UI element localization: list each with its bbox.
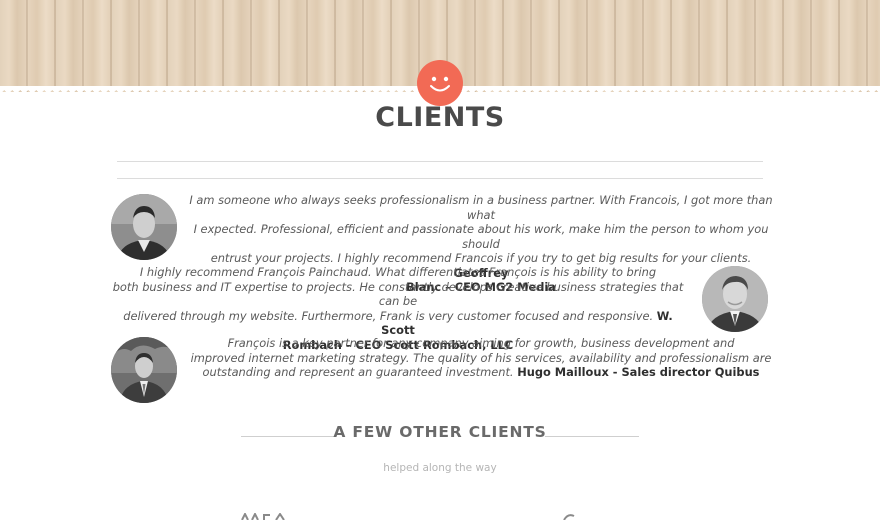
divider-bottom (117, 178, 763, 179)
avatar-w-scott-rombach (702, 266, 768, 332)
avatar-geoffrey-blanc (111, 194, 177, 260)
testimonial-line: outstanding and represent an guaranteed … (188, 365, 774, 380)
avatar-hugo-mailloux (111, 337, 177, 403)
section-title: A FEW OTHER CLIENTS (333, 423, 547, 441)
testimonial-author: Hugo Mailloux - Sales director Quibus (517, 365, 760, 379)
testimonial-line: I expected. Professional, efficient and … (193, 222, 769, 251)
testimonial-line: both business and IT expertise to projec… (112, 279, 684, 309)
divider-top (117, 161, 763, 162)
testimonial-line: François is a key partner for any compan… (227, 336, 735, 350)
testimonial-line: delivered through my website. Furthermor… (108, 309, 688, 338)
testimonial-line: I highly recommend François Painchaud. W… (139, 265, 657, 279)
smiley-face-icon (417, 60, 463, 106)
testimonial-text: entrust your projects. I highly recommen… (210, 251, 752, 265)
section-subtitle: helped along the way (383, 462, 497, 474)
testimonial-text: outstanding and represent an guaranteed … (202, 365, 514, 379)
testimonial-line: improved internet marketing strategy. Th… (190, 350, 772, 365)
client-logo-peek (563, 514, 575, 520)
testimonial-3: François is a key partner for any compan… (188, 336, 774, 380)
client-logo-peek (241, 513, 285, 520)
page-title: CLIENTS (375, 102, 505, 133)
testimonial-line: I am someone who always seeks profession… (189, 193, 773, 222)
testimonial-text: delivered through my website. Furthermor… (123, 308, 654, 323)
